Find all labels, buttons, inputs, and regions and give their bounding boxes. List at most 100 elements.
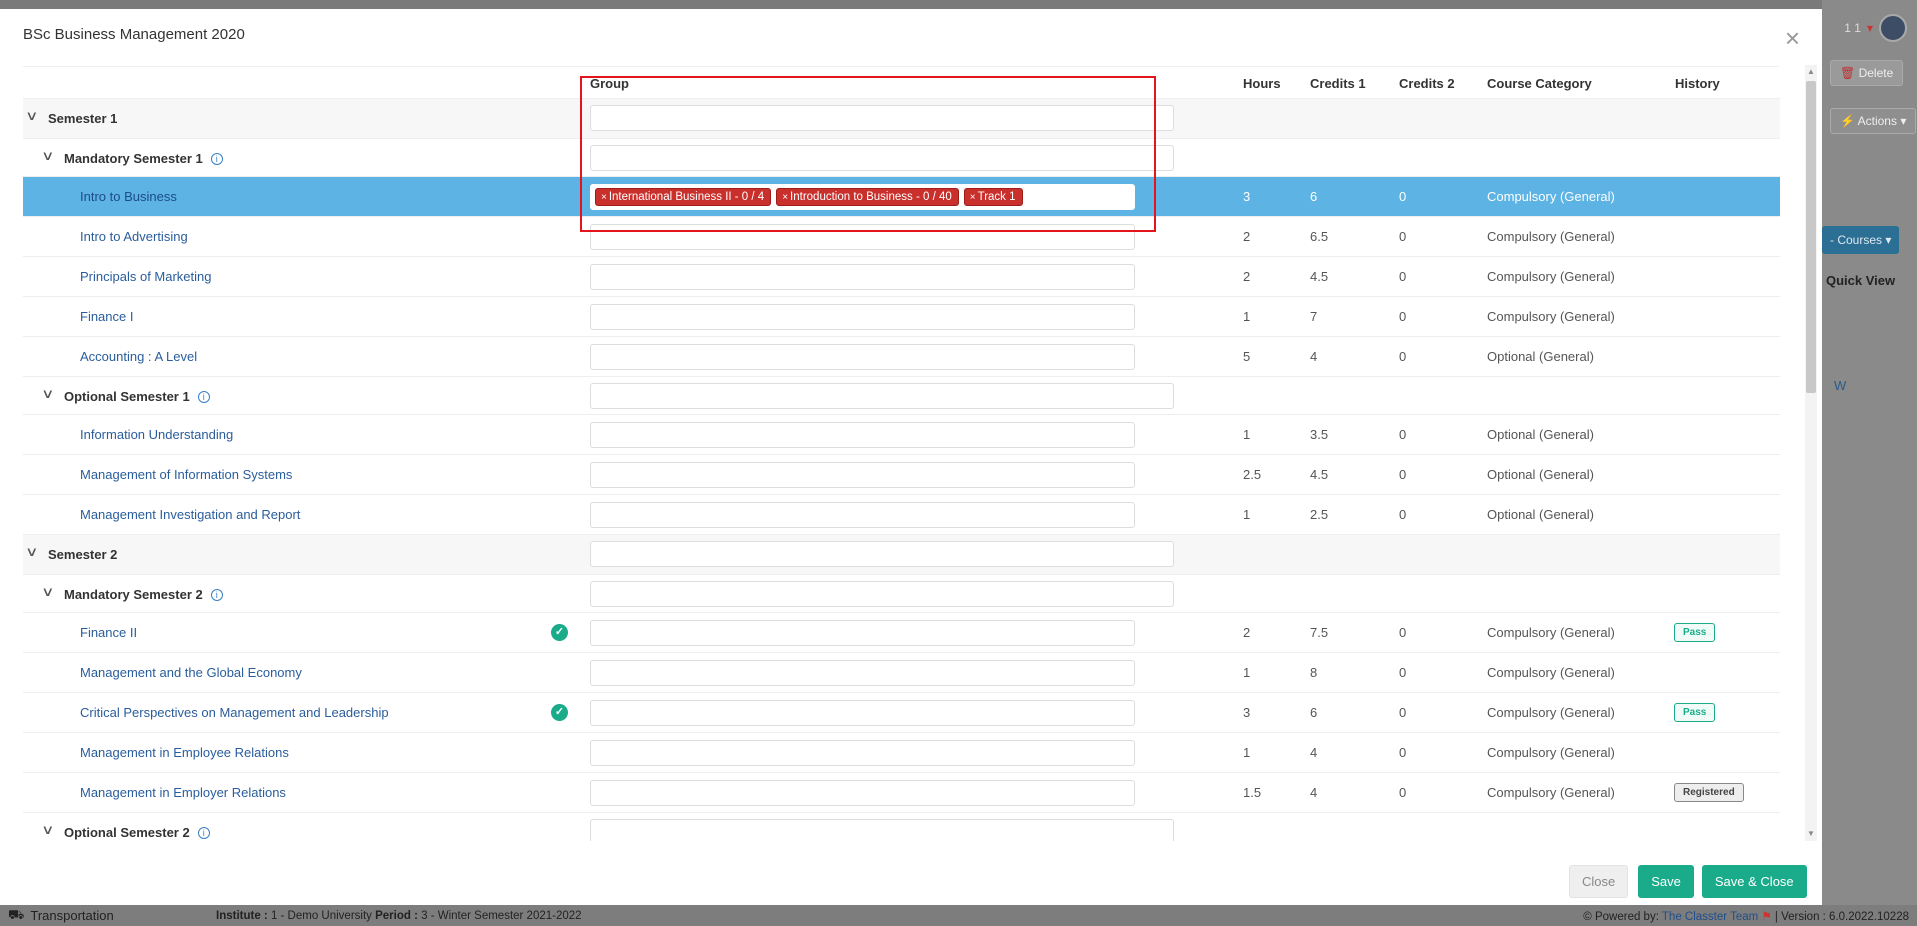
- background-link[interactable]: W: [1834, 378, 1846, 393]
- chevron-down-icon[interactable]: ∨: [25, 108, 38, 124]
- remove-tag-icon[interactable]: ×: [970, 192, 976, 203]
- info-icon[interactable]: i: [197, 391, 210, 403]
- chevron-down-icon[interactable]: ∨: [25, 544, 38, 560]
- chevron-down-icon[interactable]: ∨: [41, 148, 54, 164]
- course-name-link[interactable]: Management of Information Systems: [80, 467, 292, 482]
- course-row[interactable]: Finance I 1 7 0 Compulsory (General): [23, 297, 1780, 337]
- course-row[interactable]: Management in Employee Relations 1 4 0 Compu…: [23, 733, 1780, 773]
- group-tag[interactable]: × International Business II - 0 / 4: [595, 188, 772, 206]
- group-select-input[interactable]: [590, 105, 1174, 131]
- course-name-link[interactable]: Principals of Marketing: [80, 269, 212, 284]
- category-cell: Optional (General): [1487, 427, 1594, 442]
- chevron-down-icon[interactable]: ∨: [41, 386, 54, 402]
- close-icon[interactable]: ×: [1785, 25, 1800, 51]
- course-name-link[interactable]: Management and the Global Economy: [80, 665, 302, 680]
- semester-row[interactable]: ∨ Semester 1: [23, 99, 1780, 139]
- actions-button[interactable]: ⚡ Actions ▾: [1830, 108, 1917, 134]
- credits2-cell: 0: [1399, 349, 1407, 364]
- group-tag[interactable]: × Track 1: [963, 188, 1023, 206]
- group-select-input[interactable]: [590, 462, 1135, 488]
- credits2-cell: 0: [1399, 309, 1407, 324]
- group-select-input[interactable]: [590, 780, 1135, 806]
- subgroup-row[interactable]: ∨ Optional Semester 1 i: [23, 377, 1780, 415]
- remove-tag-icon[interactable]: ×: [782, 192, 788, 203]
- user-menu[interactable]: 1 1 ▾: [1844, 14, 1907, 42]
- scroll-up-icon[interactable]: ▲: [1806, 67, 1816, 76]
- course-row[interactable]: Management of Information Systems 2.5 4.5 0…: [23, 455, 1780, 495]
- row-label: Mandatory Semester 1: [64, 151, 203, 166]
- group-select-input[interactable]: × International Business II - 0 / 4 × Intro…: [590, 184, 1135, 210]
- group-select-input[interactable]: [590, 620, 1135, 646]
- scrollbar-thumb[interactable]: [1806, 81, 1816, 393]
- save-button[interactable]: Save: [1638, 865, 1694, 898]
- course-name-link[interactable]: Critical Perspectives on Management and …: [80, 705, 389, 720]
- chevron-down-icon[interactable]: ∨: [41, 822, 54, 838]
- subgroup-row[interactable]: ∨ Mandatory Semester 1 i: [23, 139, 1780, 177]
- group-tag[interactable]: × Introduction to Business - 0 / 40: [776, 188, 959, 206]
- group-select-input[interactable]: [590, 740, 1135, 766]
- category-cell: Compulsory (General): [1487, 705, 1615, 720]
- row-name: Management and the Global Economy: [80, 665, 302, 680]
- info-icon[interactable]: i: [210, 589, 223, 601]
- course-row[interactable]: Accounting : A Level 5 4 0 Optional (General…: [23, 337, 1780, 377]
- team-link[interactable]: The Classter Team: [1662, 911, 1758, 923]
- row-name: Management in Employee Relations: [80, 745, 289, 760]
- close-button[interactable]: Close: [1569, 865, 1629, 898]
- info-icon[interactable]: i: [197, 827, 210, 839]
- group-select-input[interactable]: [590, 224, 1135, 250]
- courses-button[interactable]: - Courses ▾: [1822, 226, 1900, 254]
- course-row[interactable]: Management in Employer Relations 1.5 4 0 Com…: [23, 773, 1780, 813]
- background-app-panel: [1822, 0, 1917, 905]
- group-tags: × International Business II - 0 / 4 × Intro…: [591, 185, 1134, 209]
- group-select-input[interactable]: [590, 145, 1174, 171]
- group-select-input[interactable]: [590, 660, 1135, 686]
- hours-cell: 2: [1243, 229, 1251, 244]
- delete-button[interactable]: 🗑 Delete: [1830, 60, 1904, 86]
- course-row[interactable]: Intro to Business × International Business…: [23, 177, 1780, 217]
- course-name-link[interactable]: Intro to Advertising: [80, 229, 188, 244]
- group-select-input[interactable]: [590, 383, 1174, 409]
- hours-cell: 3: [1243, 189, 1251, 204]
- powered-by-label: Powered by:: [1594, 910, 1659, 923]
- course-name-link[interactable]: Finance II: [80, 625, 137, 640]
- remove-tag-icon[interactable]: ×: [601, 192, 607, 203]
- group-select-input[interactable]: [590, 700, 1135, 726]
- group-select-input[interactable]: [590, 422, 1135, 448]
- subgroup-row[interactable]: ∨ Mandatory Semester 2 i: [23, 575, 1780, 613]
- subgroup-row[interactable]: ∨ Optional Semester 2 i: [23, 813, 1780, 841]
- course-name-link[interactable]: Management Investigation and Report: [80, 507, 300, 522]
- group-select-input[interactable]: [590, 344, 1135, 370]
- row-name: Semester 1: [48, 111, 117, 126]
- module-label: Transportation: [30, 908, 114, 923]
- version-label: | Version : 6.0.2022.10228: [1774, 910, 1909, 923]
- save-and-close-button[interactable]: Save & Close: [1701, 865, 1807, 898]
- group-select-input[interactable]: [590, 304, 1135, 330]
- info-icon[interactable]: i: [210, 153, 223, 165]
- course-row[interactable]: Critical Perspectives on Management and …: [23, 693, 1780, 733]
- course-name-link[interactable]: Management in Employer Relations: [80, 785, 286, 800]
- course-name-link[interactable]: Management in Employee Relations: [80, 745, 289, 760]
- semester-row[interactable]: ∨ Semester 2: [23, 535, 1780, 575]
- course-name-link[interactable]: Accounting : A Level: [80, 349, 197, 364]
- course-name-link[interactable]: Intro to Business: [80, 189, 177, 204]
- course-row[interactable]: Management Investigation and Report 1 2.5 0…: [23, 495, 1780, 535]
- group-select-input[interactable]: [590, 502, 1135, 528]
- course-row[interactable]: Information Understanding 1 3.5 0 Optional (…: [23, 415, 1780, 455]
- course-name-link[interactable]: Information Understanding: [80, 427, 233, 442]
- course-name-link[interactable]: Finance I: [80, 309, 133, 324]
- group-select-input[interactable]: [590, 541, 1174, 567]
- group-select-input[interactable]: [590, 264, 1135, 290]
- credits1-cell: 4.5: [1310, 467, 1329, 482]
- group-select-input[interactable]: [590, 581, 1174, 607]
- group-select-input[interactable]: [590, 819, 1174, 841]
- chevron-down-icon[interactable]: ∨: [41, 584, 54, 600]
- scroll-down-icon[interactable]: ▼: [1806, 829, 1816, 838]
- course-row[interactable]: Principals of Marketing 2 4.5 0 Compulsory (…: [23, 257, 1780, 297]
- credits2-cell: 0: [1399, 745, 1407, 760]
- course-row[interactable]: Finance II ✓ 2 7.5 0 Compulsory (General) Pass: [23, 613, 1780, 653]
- course-row[interactable]: Intro to Advertising 2 6.5 0 Compulsory (Gen…: [23, 217, 1780, 257]
- module-indicator[interactable]: ⛟ Transportation: [0, 907, 200, 925]
- column-header-credits1: Credits 1: [1310, 76, 1366, 91]
- context-info: Institute : 1 - Demo University Period :…: [216, 910, 582, 922]
- course-row[interactable]: Management and the Global Economy 1 8 0 Comp…: [23, 653, 1780, 693]
